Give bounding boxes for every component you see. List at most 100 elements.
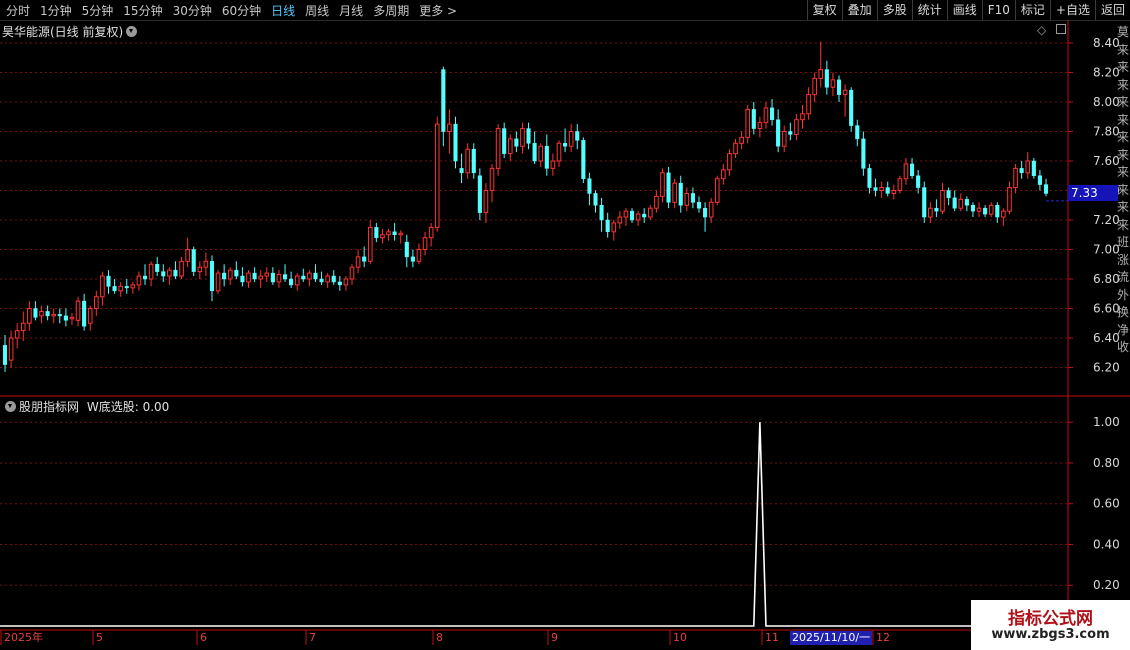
candle-body (581, 140, 586, 179)
candle-body (33, 308, 38, 318)
indicator-y-tick-label: 1.00 (1093, 415, 1120, 429)
side-glyph: 换 (1117, 305, 1130, 319)
candle-body (1013, 167, 1018, 189)
side-glyph: 来 (1117, 77, 1130, 92)
candle-body (234, 269, 239, 277)
candle-body (246, 272, 251, 283)
candle-body (51, 313, 57, 317)
candle-body (63, 315, 68, 321)
candle-body (593, 193, 598, 206)
candle-body (988, 204, 994, 215)
y-tick-label: 7.80 (1093, 125, 1120, 139)
candle-body (605, 219, 610, 233)
candle-body (240, 275, 245, 283)
y-tick-label: 6.20 (1093, 361, 1120, 375)
candle-body (270, 272, 275, 283)
side-glyph: 来 (1117, 60, 1130, 74)
candle-body (27, 308, 32, 324)
candle-body (714, 178, 720, 203)
candle-body (398, 232, 404, 236)
candle-body (794, 119, 799, 135)
x-month-label: 2025年 (4, 631, 43, 644)
y-tick-label: 7.00 (1093, 243, 1120, 257)
w-bottom-signal-line (0, 422, 1068, 627)
dropdown-icon[interactable] (126, 26, 138, 37)
candle-body (672, 182, 677, 203)
side-glyph: 来 (1117, 165, 1130, 179)
candle-body (611, 222, 617, 233)
candle-body (82, 300, 87, 327)
side-glyph: 莫 (1117, 25, 1130, 39)
candle-body (136, 275, 142, 286)
indicator-y-tick-label: 0.40 (1093, 537, 1120, 551)
candle-body (75, 300, 81, 321)
side-glyph: 来 (1117, 147, 1130, 162)
side-glyph: 收 (1117, 340, 1130, 354)
candle-body (197, 266, 203, 273)
diamond-icon[interactable]: ◇ (1037, 23, 1046, 37)
candle-body (916, 175, 921, 188)
candle-body (910, 163, 915, 176)
candle-body (386, 231, 391, 236)
candle-body (520, 128, 525, 147)
candle-body (502, 128, 507, 154)
candle-body (252, 272, 257, 280)
candle-body (130, 284, 136, 289)
candle-body (185, 249, 190, 262)
candle-body (222, 272, 227, 280)
main-panel-title-row: 昊华能源(日线 前复权) (2, 23, 140, 40)
candle-body (106, 275, 111, 287)
candle-body (708, 201, 714, 218)
x-month-label: 12 (876, 631, 890, 644)
candle-body (319, 278, 324, 283)
indicator-line (0, 422, 1068, 627)
candle-body (842, 89, 848, 96)
y-tick-label: 6.80 (1093, 272, 1120, 286)
candle-body (849, 89, 854, 126)
candle-body (550, 160, 556, 169)
candle-body (367, 226, 373, 262)
candle-body (897, 178, 903, 191)
candle-body (666, 172, 671, 203)
candle-body (818, 69, 824, 79)
candle-body (428, 226, 434, 239)
candle-body (331, 275, 336, 283)
candle-body (556, 142, 562, 162)
y-tick-label: 8.00 (1093, 95, 1120, 109)
candle-body (812, 77, 817, 96)
stock-title: 昊华能源(日线 前复权) (2, 25, 124, 39)
candle-body (355, 256, 361, 268)
candle-body (532, 143, 537, 162)
candle-body (2, 345, 8, 365)
candle-body (745, 108, 751, 138)
restore-icon[interactable] (1056, 24, 1067, 34)
candle-body (155, 264, 160, 272)
candle-body (453, 123, 458, 162)
side-glyph: 班 (1117, 235, 1130, 249)
candle-body (824, 69, 829, 88)
candle-body (495, 128, 501, 169)
indicator-title-row: 股朋指标网 W底选股: 0.00 (2, 398, 169, 415)
candle-body (983, 207, 988, 215)
candle-body (995, 205, 1000, 218)
indicator-dropdown-icon[interactable] (5, 401, 16, 412)
candle-body (678, 182, 683, 206)
candle-body (739, 136, 744, 144)
candle-body (142, 275, 148, 280)
y-tick-label: 7.60 (1093, 154, 1120, 168)
side-glyph: 来 (1117, 112, 1130, 127)
y-tick-label: 8.40 (1093, 36, 1120, 50)
candle-body (873, 187, 878, 191)
candle-body (703, 207, 708, 218)
side-glyph: 来 (1117, 217, 1130, 232)
candle-body (1019, 168, 1024, 174)
y-tick-label: 6.60 (1093, 302, 1120, 316)
candle-body (599, 205, 604, 221)
candle-body (118, 285, 123, 292)
candle-body (380, 234, 385, 239)
x-month-label: 11 (765, 631, 779, 644)
candle-body (477, 175, 482, 213)
side-glyph: 涨 (1117, 252, 1130, 267)
candle-body (806, 94, 811, 115)
candle-body (20, 322, 26, 332)
